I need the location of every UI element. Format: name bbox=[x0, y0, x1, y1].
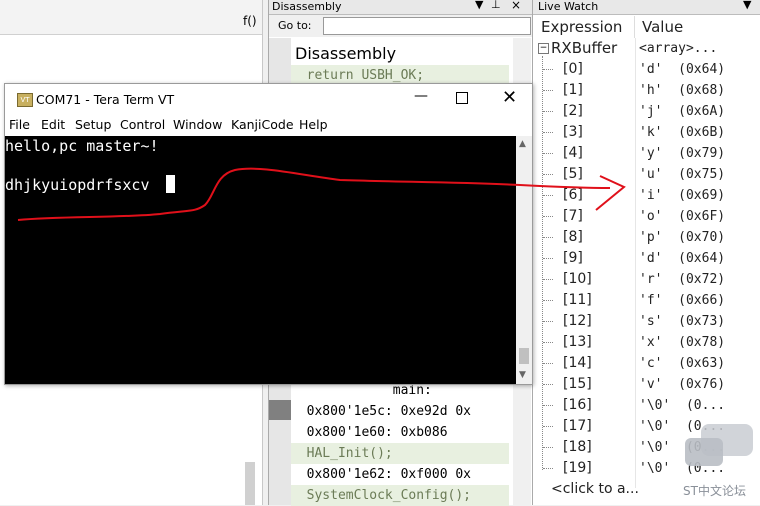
arrow-head bbox=[595, 175, 626, 211]
annotation-stroke bbox=[17, 167, 611, 221]
annotation-overlay bbox=[17, 167, 626, 221]
